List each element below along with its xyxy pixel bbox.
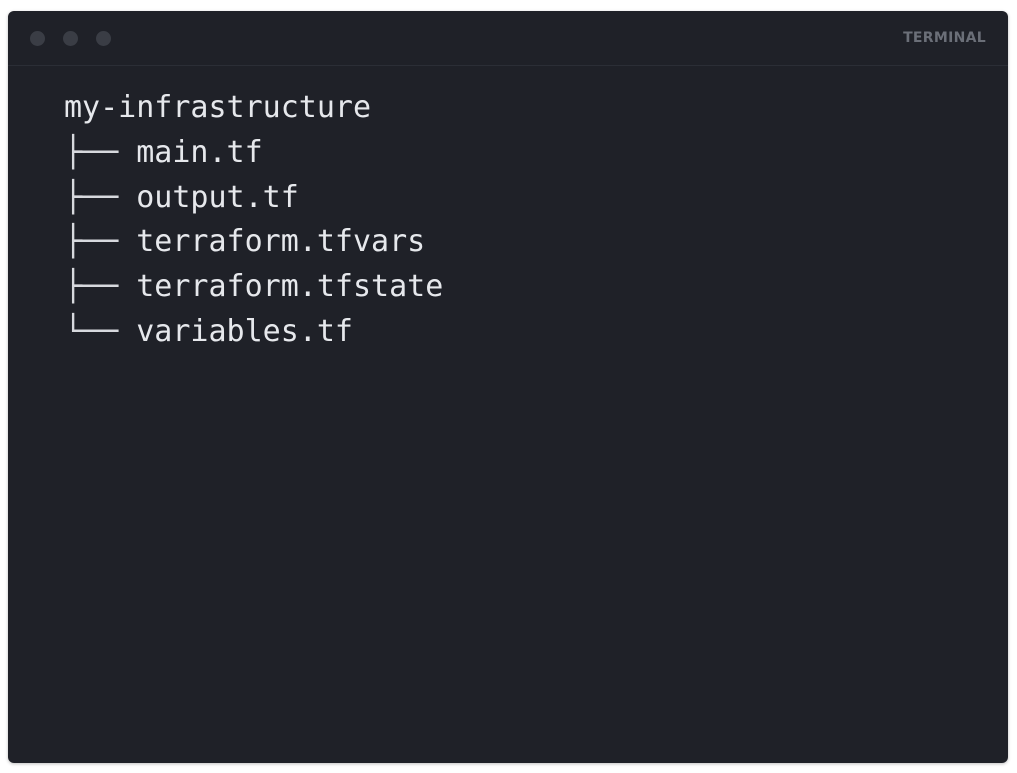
file-name: terraform.tfvars	[136, 224, 426, 260]
window-title: TERMINAL	[903, 30, 986, 46]
tree-entry: ├── output.tf	[64, 176, 443, 221]
maximize-window-dot-icon[interactable]	[96, 31, 111, 46]
terminal-output: my-infrastructure ├── main.tf ├── output…	[64, 86, 443, 355]
file-name: output.tf	[136, 179, 299, 215]
tree-entry: ├── main.tf	[64, 131, 443, 176]
tree-branch: └──	[64, 313, 119, 349]
file-name: main.tf	[136, 134, 263, 170]
minimize-window-dot-icon[interactable]	[63, 31, 78, 46]
file-name: terraform.tfstate	[136, 269, 444, 305]
file-name: variables.tf	[136, 313, 353, 349]
close-window-dot-icon[interactable]	[30, 31, 45, 46]
tree-entry: ├── terraform.tfvars	[64, 220, 443, 265]
terminal-window: TERMINAL my-infrastructure ├── main.tf ├…	[8, 11, 1008, 763]
tree-root: my-infrastructure	[64, 90, 372, 125]
tree-entry: ├── terraform.tfstate	[64, 265, 443, 310]
title-bar: TERMINAL	[8, 11, 1008, 66]
tree-branch: ├──	[64, 269, 119, 305]
window-controls	[30, 31, 111, 46]
tree-branch: ├──	[64, 179, 119, 215]
tree-branch: ├──	[64, 224, 119, 260]
tree-entry: └── variables.tf	[64, 310, 443, 355]
tree-branch: ├──	[64, 134, 119, 170]
